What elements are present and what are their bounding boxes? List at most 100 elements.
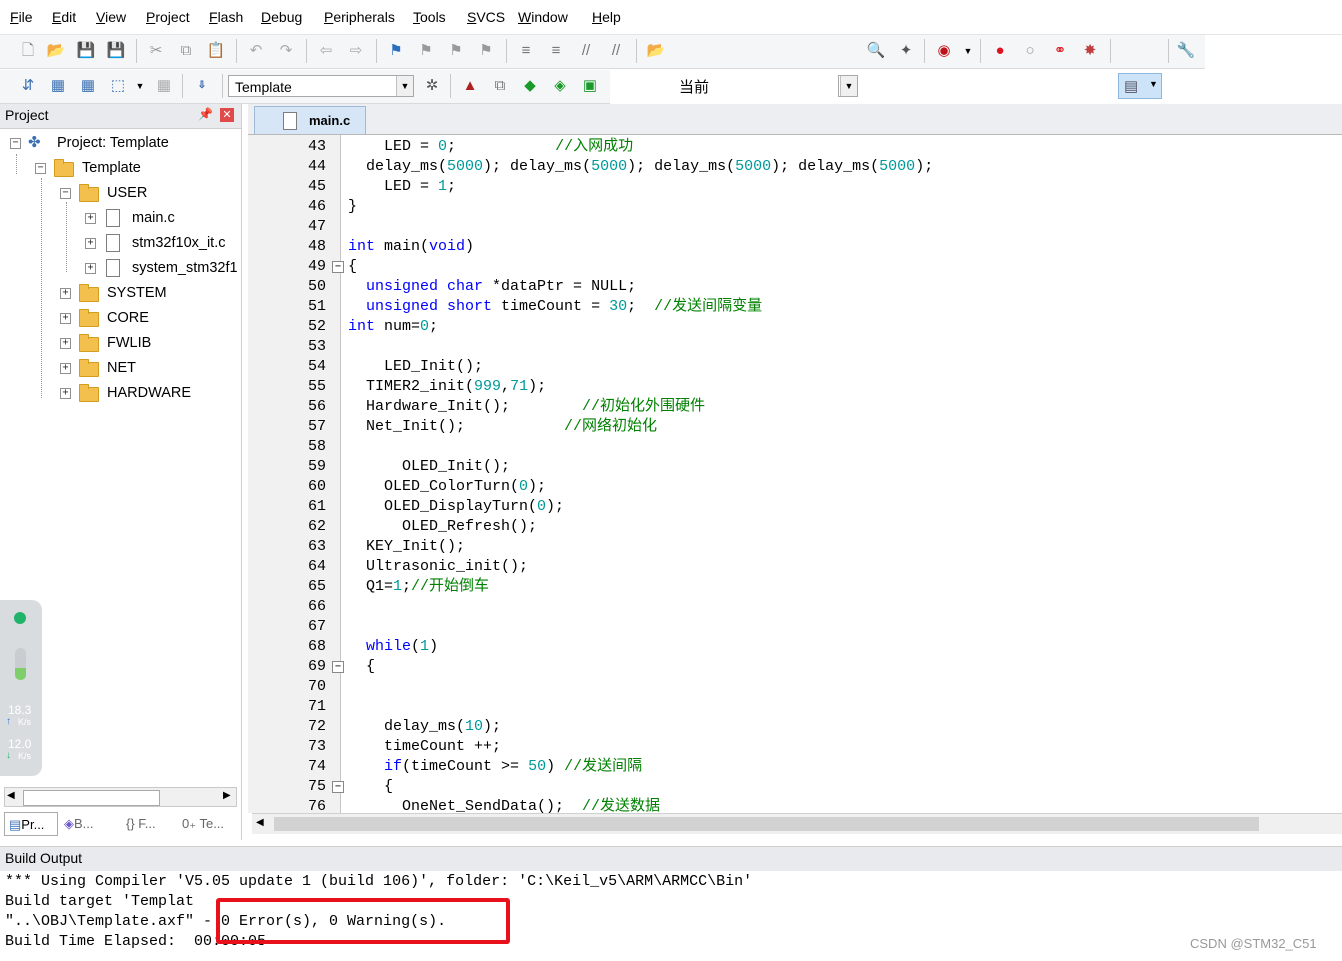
save-icon[interactable]: 💾 [76,41,96,61]
tree-item-target[interactable]: − Template [35,157,238,179]
scroll-right-icon[interactable]: ▶ [223,790,231,801]
menu-view[interactable]: View [96,9,126,25]
rebuild-icon[interactable]: ▦ [78,76,98,96]
tree-item-group[interactable]: + HARDWARE [60,382,238,404]
incremental-find-icon[interactable]: ✦ [896,41,916,61]
redo-icon[interactable]: ↷ [276,41,296,61]
build-output-body[interactable]: *** Using Compiler 'V5.05 update 1 (buil… [0,871,1342,961]
menu-flash[interactable]: Flash [209,9,243,25]
breakpoint-enable-icon[interactable]: ○ [1020,41,1040,61]
code-area[interactable]: 43 LED = 0; //入网成功 44 delay_ms(5000); del… [248,137,1342,813]
tree-item-group[interactable]: + NET [60,357,238,379]
navigate-forward-icon[interactable]: ⇨ [346,41,366,61]
tree-item-project[interactable]: − ✤ Project: Template [10,132,238,154]
menu-edit[interactable]: Edit [52,9,76,25]
expand-icon[interactable]: + [85,213,96,224]
code-token: if [384,758,403,775]
cut-icon[interactable]: ✂ [146,41,166,61]
tab-functions[interactable]: {} F... [126,812,176,836]
menu-file[interactable]: File [10,9,33,25]
copy-icon[interactable]: ⧉ [176,41,196,61]
uncomment-icon[interactable]: // [606,41,626,61]
configure-icon[interactable]: 🔧 [1176,41,1196,61]
fold-toggle-icon[interactable]: − [332,661,344,673]
select-software-packs-icon[interactable]: ◈ [550,76,570,96]
comment-icon[interactable]: // [576,41,596,61]
bookmark-prev-icon[interactable]: ⚑ [416,41,436,61]
batch-build-icon[interactable]: ⬚ [108,76,128,96]
batch-build-dropdown-icon[interactable]: ▼ [130,76,150,96]
target-options-icon[interactable]: ✲ [422,76,442,96]
tab-main-c[interactable]: main.c [254,106,366,134]
collapse-icon[interactable]: − [35,163,46,174]
breakpoint-insert-icon[interactable]: ● [990,41,1010,61]
expand-icon[interactable]: + [60,288,71,299]
bookmark-clear-icon[interactable]: ⚑ [476,41,496,61]
menu-svcs[interactable]: SVCS [467,9,505,25]
find-combo-dropdown[interactable]: ▼ [838,75,858,97]
bookmark-insert-icon[interactable]: ⚑ [386,41,406,61]
tab-project[interactable]: ▤Pr... [4,812,58,836]
tree-item-group[interactable]: + SYSTEM [60,282,238,304]
navigate-back-icon[interactable]: ⇦ [316,41,336,61]
menu-tools[interactable]: Tools [413,9,446,25]
tree-item-group[interactable]: + FWLIB [60,332,238,354]
new-file-icon[interactable]: 🗋 [18,41,38,61]
undo-icon[interactable]: ↶ [246,41,266,61]
debug-dropdown-icon[interactable]: ▼ [958,41,978,61]
scroll-left-icon[interactable]: ◀ [256,817,264,828]
download-icon[interactable]: ⇩ [192,76,212,96]
find-icon[interactable]: 🔍 [866,41,886,61]
build-icon[interactable]: ▦ [48,76,68,96]
paste-icon[interactable]: 📋 [206,41,226,61]
breakpoint-disable-all-icon[interactable]: ⚭ [1050,41,1070,61]
close-icon[interactable]: ✕ [220,108,234,122]
scroll-thumb[interactable] [23,790,160,806]
debug-session-icon[interactable]: ◉ [934,41,954,61]
manage-project-items-icon[interactable]: ▲ [460,76,480,96]
fold-toggle-icon[interactable]: − [332,781,344,793]
expand-icon[interactable]: + [60,313,71,324]
project-horizontal-scrollbar[interactable]: ◀ ▶ [4,787,237,807]
network-speed-widget[interactable]: 18.3 ↑ K/s 12.0 ↓ K/s [0,600,42,776]
expand-icon[interactable]: + [60,388,71,399]
pack-installer-icon[interactable]: ▣ [580,76,600,96]
tree-item-file[interactable]: + system_stm32f1 [85,257,238,279]
tree-item-group[interactable]: − USER [60,182,238,204]
unindent-icon[interactable]: ≡ [546,41,566,61]
menu-window[interactable]: Window [518,9,568,25]
window-layout-button[interactable]: ▤ ▼ [1118,73,1162,99]
open-file-icon[interactable]: 📂 [46,41,66,61]
editor-horizontal-scrollbar[interactable]: ◀ [252,813,1342,834]
manage-run-time-env-icon[interactable]: ◆ [520,76,540,96]
scroll-left-icon[interactable]: ◀ [7,790,15,801]
breakpoint-kill-all-icon[interactable]: ✸ [1080,41,1100,61]
collapse-icon[interactable]: − [60,188,71,199]
tab-books[interactable]: ◈B... [62,812,116,836]
stop-build-icon[interactable]: ▦ [154,76,174,96]
menu-debug[interactable]: Debug [261,9,302,25]
expand-icon[interactable]: + [60,338,71,349]
tree-item-group[interactable]: + CORE [60,307,238,329]
bookmark-next-icon[interactable]: ⚑ [446,41,466,61]
scroll-thumb[interactable] [274,817,1259,831]
expand-icon[interactable]: + [60,363,71,374]
indent-icon[interactable]: ≡ [516,41,536,61]
fold-toggle-icon[interactable]: − [332,261,344,273]
tab-templates[interactable]: 0₊ Te... [182,812,238,836]
target-select[interactable]: Template ▼ [228,75,414,97]
expand-icon[interactable]: + [85,263,96,274]
menu-project[interactable]: Project [146,9,190,25]
tree-item-file[interactable]: + stm32f10x_it.c [85,232,238,254]
translate-icon[interactable]: ⇵ [18,76,38,96]
find-in-files-icon[interactable]: 📂 [646,41,666,61]
pin-icon[interactable]: 📌 [198,107,213,121]
tree-item-file[interactable]: + main.c [85,207,238,229]
folder-icon [79,334,99,352]
expand-icon[interactable]: + [85,238,96,249]
save-all-icon[interactable]: 💾 [106,41,126,61]
collapse-icon[interactable]: − [10,138,21,149]
manage-multi-project-icon[interactable]: ⧉ [490,76,510,96]
menu-peripherals[interactable]: Peripherals [324,9,395,25]
menu-help[interactable]: Help [592,9,621,25]
